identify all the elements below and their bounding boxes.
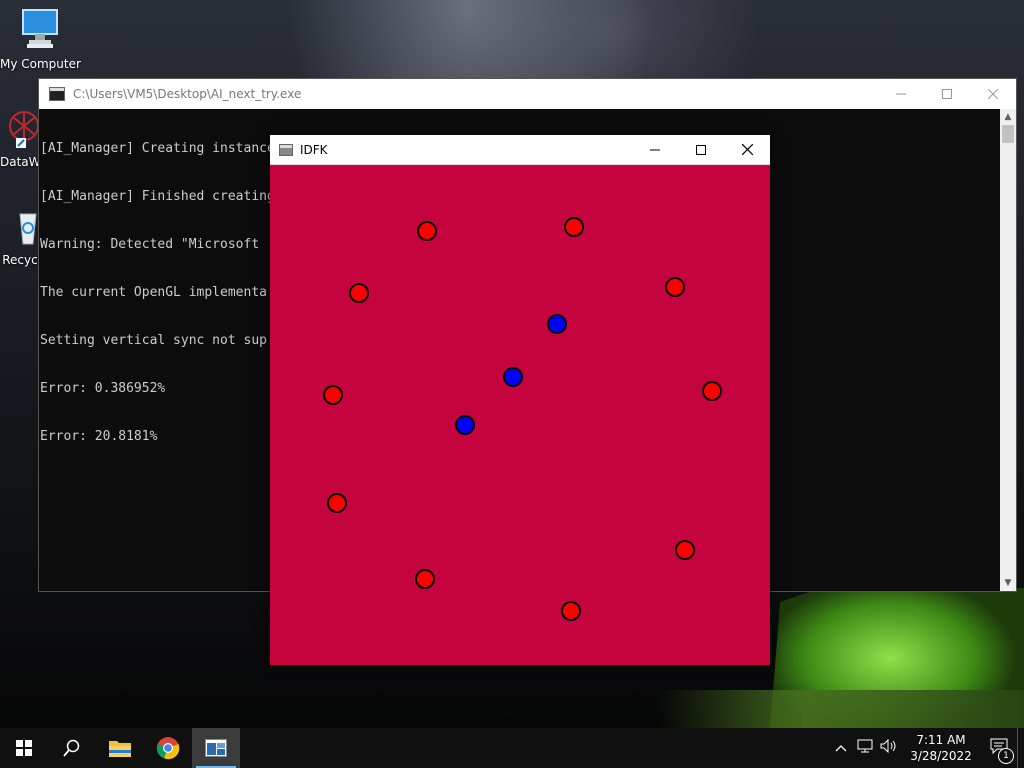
notification-count-badge: 1 xyxy=(998,748,1014,764)
maximize-icon xyxy=(696,144,706,155)
clock-date: 3/28/2022 xyxy=(910,749,972,763)
blue-agent-dot xyxy=(503,367,523,387)
red-agent-dot xyxy=(702,381,722,401)
console-app-icon xyxy=(205,739,227,757)
file-explorer-taskbar-button[interactable] xyxy=(96,728,144,768)
network-icon[interactable] xyxy=(853,739,877,757)
windows-start-icon xyxy=(16,740,32,756)
minimize-button[interactable] xyxy=(632,135,678,164)
minimize-icon xyxy=(650,149,660,150)
console-app-icon xyxy=(49,87,65,101)
file-explorer-icon xyxy=(109,741,131,757)
action-center-button[interactable]: 1 xyxy=(981,738,1017,764)
search-button[interactable] xyxy=(48,728,96,768)
red-agent-dot xyxy=(564,217,584,237)
maximize-button[interactable] xyxy=(924,79,970,109)
idfk-app-icon xyxy=(279,143,293,156)
red-agent-dot xyxy=(349,283,369,303)
console-titlebar[interactable]: C:\Users\VM5\Desktop\AI_next_try.exe xyxy=(39,79,1016,109)
dataw-label: DataW xyxy=(0,155,40,169)
dataw-desktop-icon[interactable]: DataW xyxy=(0,110,40,169)
show-hidden-icons-chevron-up-icon[interactable] xyxy=(829,741,853,756)
my-computer-label: My Computer xyxy=(0,57,81,71)
taskbar: 7:11 AM 3/28/2022 1 xyxy=(0,728,1024,768)
chrome-taskbar-button[interactable] xyxy=(144,728,192,768)
red-agent-dot xyxy=(665,277,685,297)
clock-time: 7:11 AM xyxy=(916,733,966,747)
red-agent-dot xyxy=(327,493,347,513)
wallpaper-grass xyxy=(660,690,1024,728)
dataw-app-icon xyxy=(9,111,39,148)
scroll-up-arrow-icon[interactable]: ▲ xyxy=(1000,109,1016,125)
console-window-title: C:\Users\VM5\Desktop\AI_next_try.exe xyxy=(73,87,302,101)
simulation-canvas[interactable] xyxy=(270,165,770,665)
my-computer-desktop-icon[interactable]: My Computer xyxy=(0,8,81,71)
idfk-window-title: IDFK xyxy=(300,142,328,157)
close-button[interactable] xyxy=(970,79,1016,109)
taskbar-clock[interactable]: 7:11 AM 3/28/2022 xyxy=(901,732,981,764)
system-tray: 7:11 AM 3/28/2022 1 xyxy=(829,728,1024,768)
volume-icon[interactable] xyxy=(877,738,901,757)
red-agent-dot xyxy=(561,601,581,621)
close-icon xyxy=(988,89,998,99)
recycle-bin-desktop-icon[interactable]: Recyc xyxy=(0,208,40,267)
scrollbar-thumb[interactable] xyxy=(1002,125,1014,143)
red-agent-dot xyxy=(675,540,695,560)
search-icon xyxy=(63,739,80,757)
recycle-bin-icon xyxy=(19,213,37,245)
console-taskbar-button[interactable] xyxy=(192,728,240,768)
minimize-button[interactable] xyxy=(878,79,924,109)
idfk-titlebar[interactable]: IDFK xyxy=(270,135,770,165)
close-icon xyxy=(741,144,753,155)
red-agent-dot xyxy=(415,569,435,589)
show-desktop-button[interactable] xyxy=(1017,728,1024,768)
idfk-window[interactable]: IDFK xyxy=(270,135,770,665)
blue-agent-dot xyxy=(547,314,567,334)
start-button[interactable] xyxy=(0,728,48,768)
minimize-icon xyxy=(896,93,906,95)
chrome-icon xyxy=(156,737,180,760)
scroll-down-arrow-icon[interactable]: ▼ xyxy=(1000,575,1016,591)
maximize-button[interactable] xyxy=(678,135,724,164)
red-agent-dot xyxy=(323,385,343,405)
maximize-icon xyxy=(942,89,952,99)
computer-icon xyxy=(22,9,58,48)
red-agent-dot xyxy=(417,221,437,241)
close-button[interactable] xyxy=(724,135,770,164)
recycle-bin-label: Recyc xyxy=(2,253,38,267)
console-scrollbar[interactable]: ▲ ▼ xyxy=(1000,109,1016,591)
blue-agent-dot xyxy=(455,415,475,435)
